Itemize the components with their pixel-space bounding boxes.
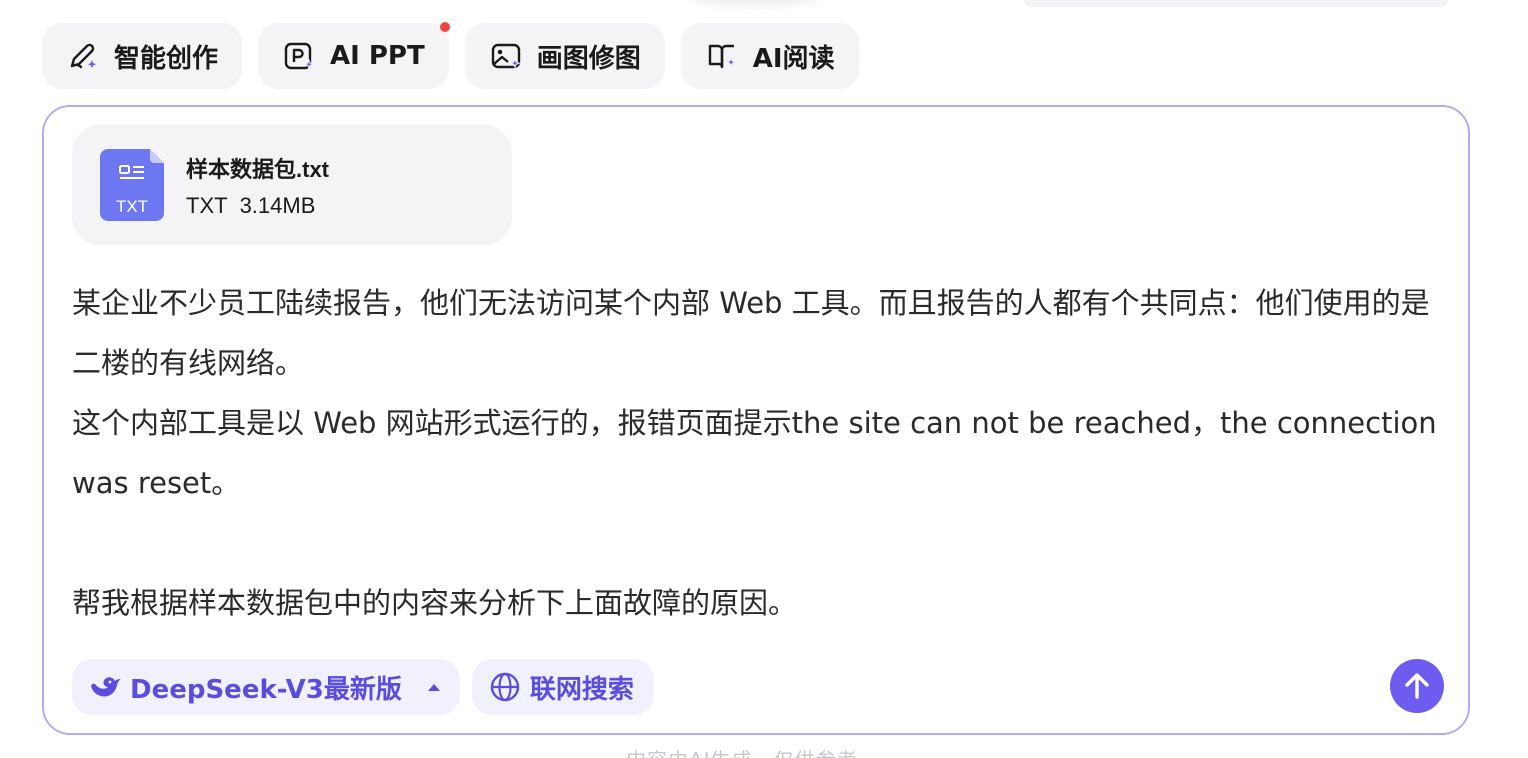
globe-icon xyxy=(490,672,520,702)
pen-sparkle-icon xyxy=(70,43,97,69)
send-button[interactable] xyxy=(1390,659,1444,713)
top-bar-decoration xyxy=(1024,0,1448,7)
attachment-name: 样本数据包.txt xyxy=(186,157,330,182)
tool-smart-writing-button[interactable]: 智能创作 xyxy=(42,23,243,89)
book-sparkle-icon xyxy=(708,44,737,69)
web-search-label: 联网搜索 xyxy=(529,674,634,705)
ppt-sparkle-icon xyxy=(284,42,315,70)
tool-image-edit-button[interactable]: 画图修图 xyxy=(464,23,665,89)
model-selector[interactable]: DeepSeek-V3最新版 xyxy=(72,659,460,715)
prompt-text[interactable]: 某企业不少员工陆续报告，他们无法访问某个内部 Web 工具。而且报告的人都有个共… xyxy=(72,273,1442,633)
image-sparkle-icon xyxy=(491,43,521,69)
tool-label: AI阅读 xyxy=(752,43,835,74)
tool-label: 智能创作 xyxy=(114,43,219,74)
file-icon-label: TXT xyxy=(116,197,148,216)
caret-up-icon xyxy=(427,683,440,691)
attachment-type: TXT xyxy=(186,193,228,218)
arrow-up-icon xyxy=(1405,673,1429,699)
tool-label: AI PPT xyxy=(330,41,425,71)
attachment-card[interactable]: TXT 样本数据包.txt TXT 3.14MB xyxy=(72,125,512,245)
top-shadow-decoration xyxy=(690,0,820,6)
attachment-size: 3.14MB xyxy=(239,193,316,218)
new-badge-dot xyxy=(439,22,450,32)
tool-ai-ppt-button[interactable]: AI PPT xyxy=(258,22,450,89)
model-label: DeepSeek-V3最新版 xyxy=(130,674,402,705)
txt-file-icon: TXT xyxy=(100,149,164,221)
tool-label: 画图修图 xyxy=(536,43,641,74)
tool-ai-reading-button[interactable]: AI阅读 xyxy=(680,23,859,89)
composer-controls: DeepSeek-V3最新版 联网搜索 xyxy=(72,659,654,715)
chat-page: 智能创作 AI PPT 画图修图 AI阅读 TXT 样本数据包.txt TXT … xyxy=(0,0,1528,758)
ai-disclaimer: 内容由AI生成，仅供参考 xyxy=(626,744,858,758)
tool-row: 智能创作 AI PPT 画图修图 AI阅读 xyxy=(42,22,859,89)
web-search-toggle[interactable]: 联网搜索 xyxy=(471,659,654,715)
attachment-meta: TXT 3.14MB xyxy=(186,193,315,219)
deepseek-whale-icon xyxy=(91,677,121,697)
chat-composer[interactable]: TXT 样本数据包.txt TXT 3.14MB 某企业不少员工陆续报告，他们无… xyxy=(42,105,1470,735)
